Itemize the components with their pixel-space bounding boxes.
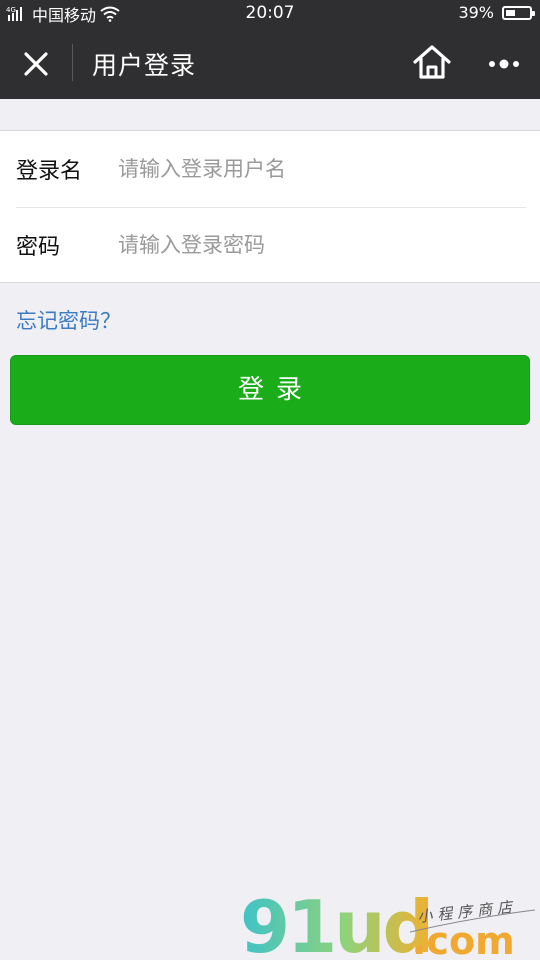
status-right: 39% (458, 3, 535, 22)
username-label: 登录名 (16, 159, 83, 184)
watermark-logo-text: 91ud (240, 888, 431, 960)
nav-divider (72, 44, 73, 81)
battery-percent: 39% (458, 3, 494, 22)
login-button[interactable]: 登录 (10, 355, 530, 425)
status-bar: 4G 中国移动 20:07 39% (0, 0, 540, 28)
username-input[interactable] (118, 149, 518, 189)
watermark-suffix: .com (412, 919, 515, 960)
username-row: 登录名 (0, 131, 540, 207)
nav-bar: 用户登录 (0, 28, 540, 99)
watermark-logo: 91ud .com 小程序商店 (240, 888, 536, 960)
battery-level (506, 9, 515, 16)
password-input[interactable] (118, 225, 518, 265)
page-title: 用户登录 (92, 51, 197, 80)
battery-icon (502, 5, 535, 20)
more-icon[interactable] (484, 48, 524, 80)
login-form: 登录名 密码 (0, 130, 540, 283)
close-icon[interactable] (17, 45, 55, 83)
home-icon[interactable] (410, 42, 454, 82)
password-label: 密码 (16, 235, 61, 260)
password-row: 密码 (0, 207, 540, 283)
forgot-password-link[interactable]: 忘记密码？ (16, 305, 121, 335)
